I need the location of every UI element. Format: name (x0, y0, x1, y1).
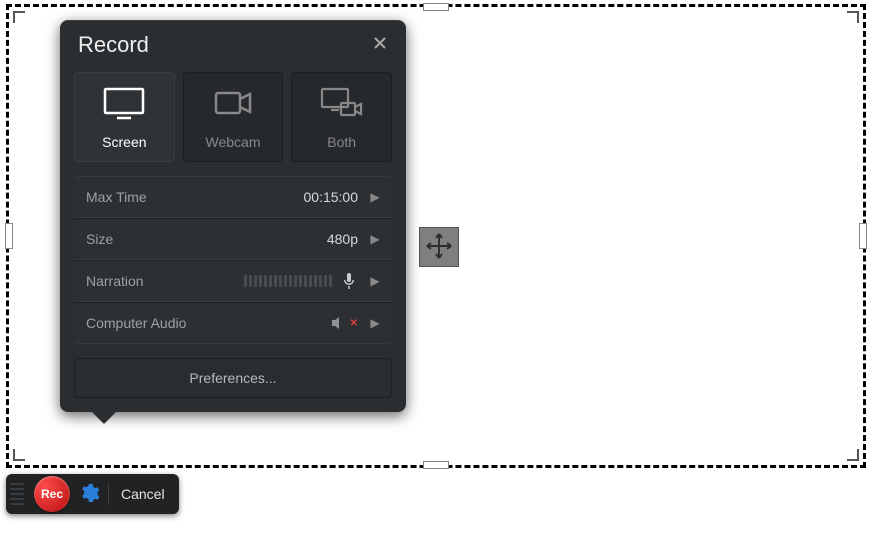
corner-bracket-bl (13, 439, 35, 461)
mode-both[interactable]: Both (291, 72, 392, 162)
computer-audio-label: Computer Audio (86, 315, 186, 331)
recorder-toolbar[interactable]: Rec Cancel (6, 474, 179, 514)
close-button[interactable] (372, 35, 388, 56)
gear-icon (78, 482, 100, 507)
mode-screen-label: Screen (102, 134, 146, 150)
max-time-value: 00:15:00 (304, 189, 359, 205)
chevron-right-icon: ▶ (370, 316, 380, 330)
size-label: Size (86, 231, 113, 247)
move-region-handle[interactable] (419, 227, 459, 267)
corner-bracket-br (837, 439, 859, 461)
narration-label: Narration (86, 273, 144, 289)
panel-title: Record (78, 32, 149, 58)
narration-vu-meter (222, 274, 332, 288)
screen-icon (101, 85, 147, 124)
size-value: 480p (327, 231, 358, 247)
corner-bracket-tl (13, 11, 35, 33)
option-size[interactable]: Size 480p ▶ (74, 218, 392, 260)
corner-bracket-tr (837, 11, 859, 33)
settings-button[interactable] (78, 482, 100, 507)
mute-x-icon: ✕ (350, 318, 358, 329)
chevron-right-icon: ▶ (370, 190, 380, 204)
record-panel: Record Screen Webcam (60, 20, 406, 412)
mode-both-label: Both (327, 134, 356, 150)
toolbar-separator (108, 483, 109, 505)
cancel-label: Cancel (121, 486, 165, 502)
mode-screen[interactable]: Screen (74, 72, 175, 162)
resize-handle-top[interactable] (423, 3, 449, 11)
preferences-button[interactable]: Preferences... (74, 358, 392, 398)
close-icon (372, 35, 388, 55)
mode-webcam-label: Webcam (206, 134, 261, 150)
toolbar-grip[interactable] (10, 480, 24, 508)
resize-handle-left[interactable] (5, 223, 13, 249)
chevron-right-icon: ▶ (370, 274, 380, 288)
preferences-label: Preferences... (189, 370, 276, 386)
option-max-time[interactable]: Max Time 00:15:00 ▶ (74, 176, 392, 218)
option-narration[interactable]: Narration ▶ (74, 260, 392, 302)
webcam-icon (210, 85, 256, 124)
resize-handle-bottom[interactable] (423, 461, 449, 469)
mode-webcam[interactable]: Webcam (183, 72, 284, 162)
option-computer-audio[interactable]: Computer Audio ✕ ▶ (74, 302, 392, 344)
move-icon (425, 232, 453, 263)
chevron-right-icon: ▶ (370, 232, 380, 246)
max-time-label: Max Time (86, 189, 147, 205)
speaker-muted-icon: ✕ (330, 314, 358, 332)
both-icon (319, 85, 365, 124)
record-label: Rec (41, 487, 63, 501)
resize-handle-right[interactable] (859, 223, 867, 249)
cancel-button[interactable]: Cancel (117, 486, 169, 502)
record-button[interactable]: Rec (34, 476, 70, 512)
microphone-icon (340, 272, 358, 290)
